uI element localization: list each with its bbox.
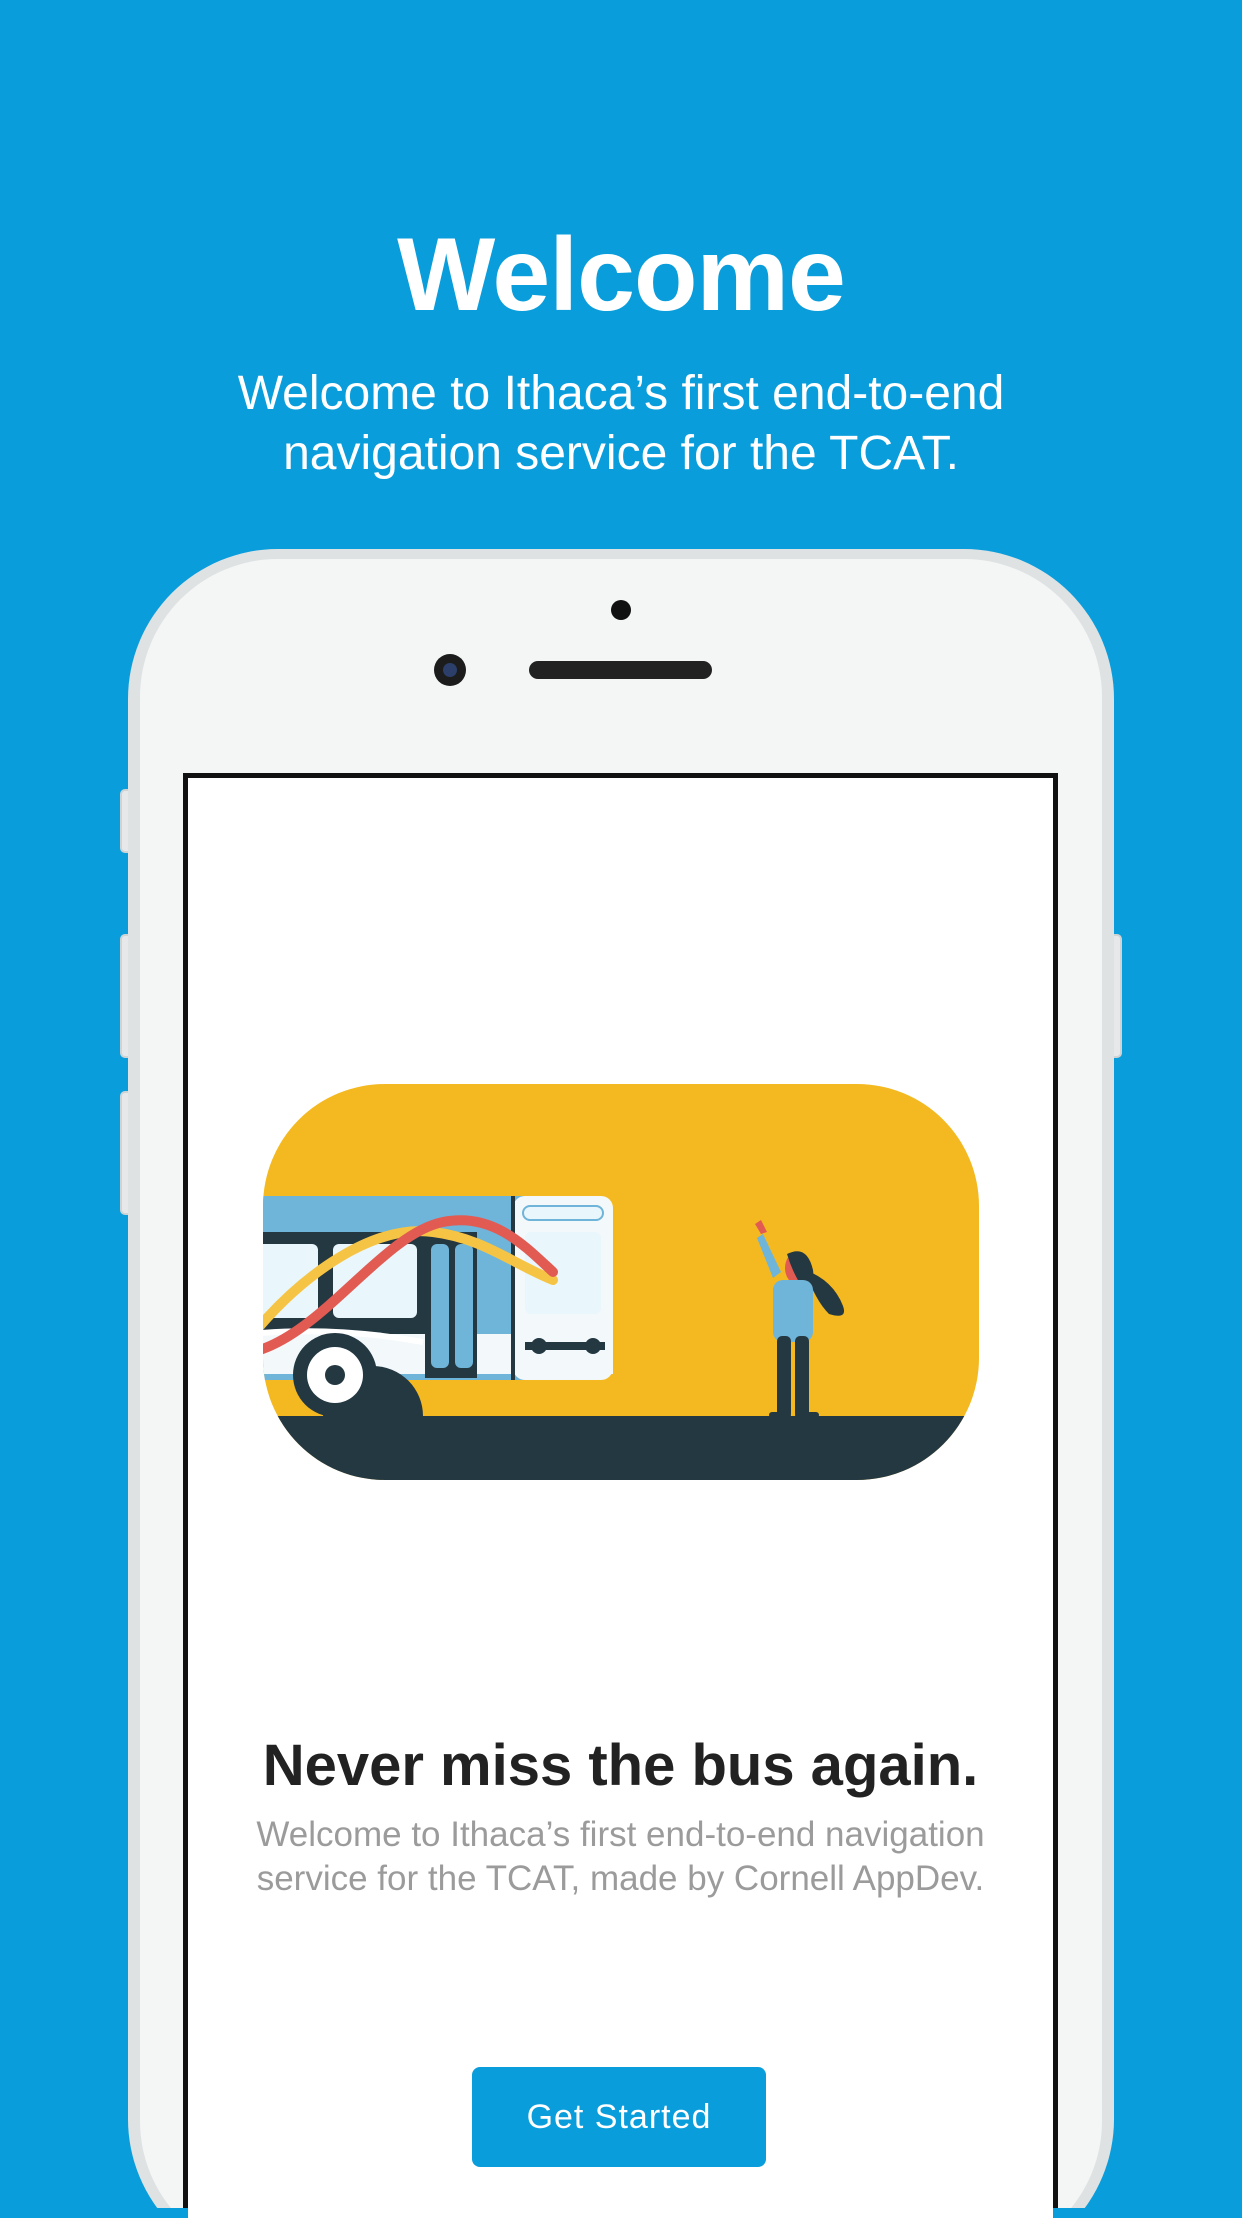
proximity-sensor [611, 600, 631, 620]
app-screen: Never miss the bus again. Welcome to Ith… [188, 778, 1053, 2218]
earpiece-speaker [529, 661, 712, 679]
onboarding-description: Welcome to Ithaca’s first end-to-end nav… [256, 1815, 985, 1898]
front-camera-lens [443, 663, 457, 677]
bus-and-waving-person-illustration [263, 1084, 979, 1480]
road [263, 1416, 979, 1480]
get-started-button[interactable]: Get Started [472, 2067, 766, 2167]
onboarding-title: Never miss the bus again. [262, 1733, 979, 1799]
